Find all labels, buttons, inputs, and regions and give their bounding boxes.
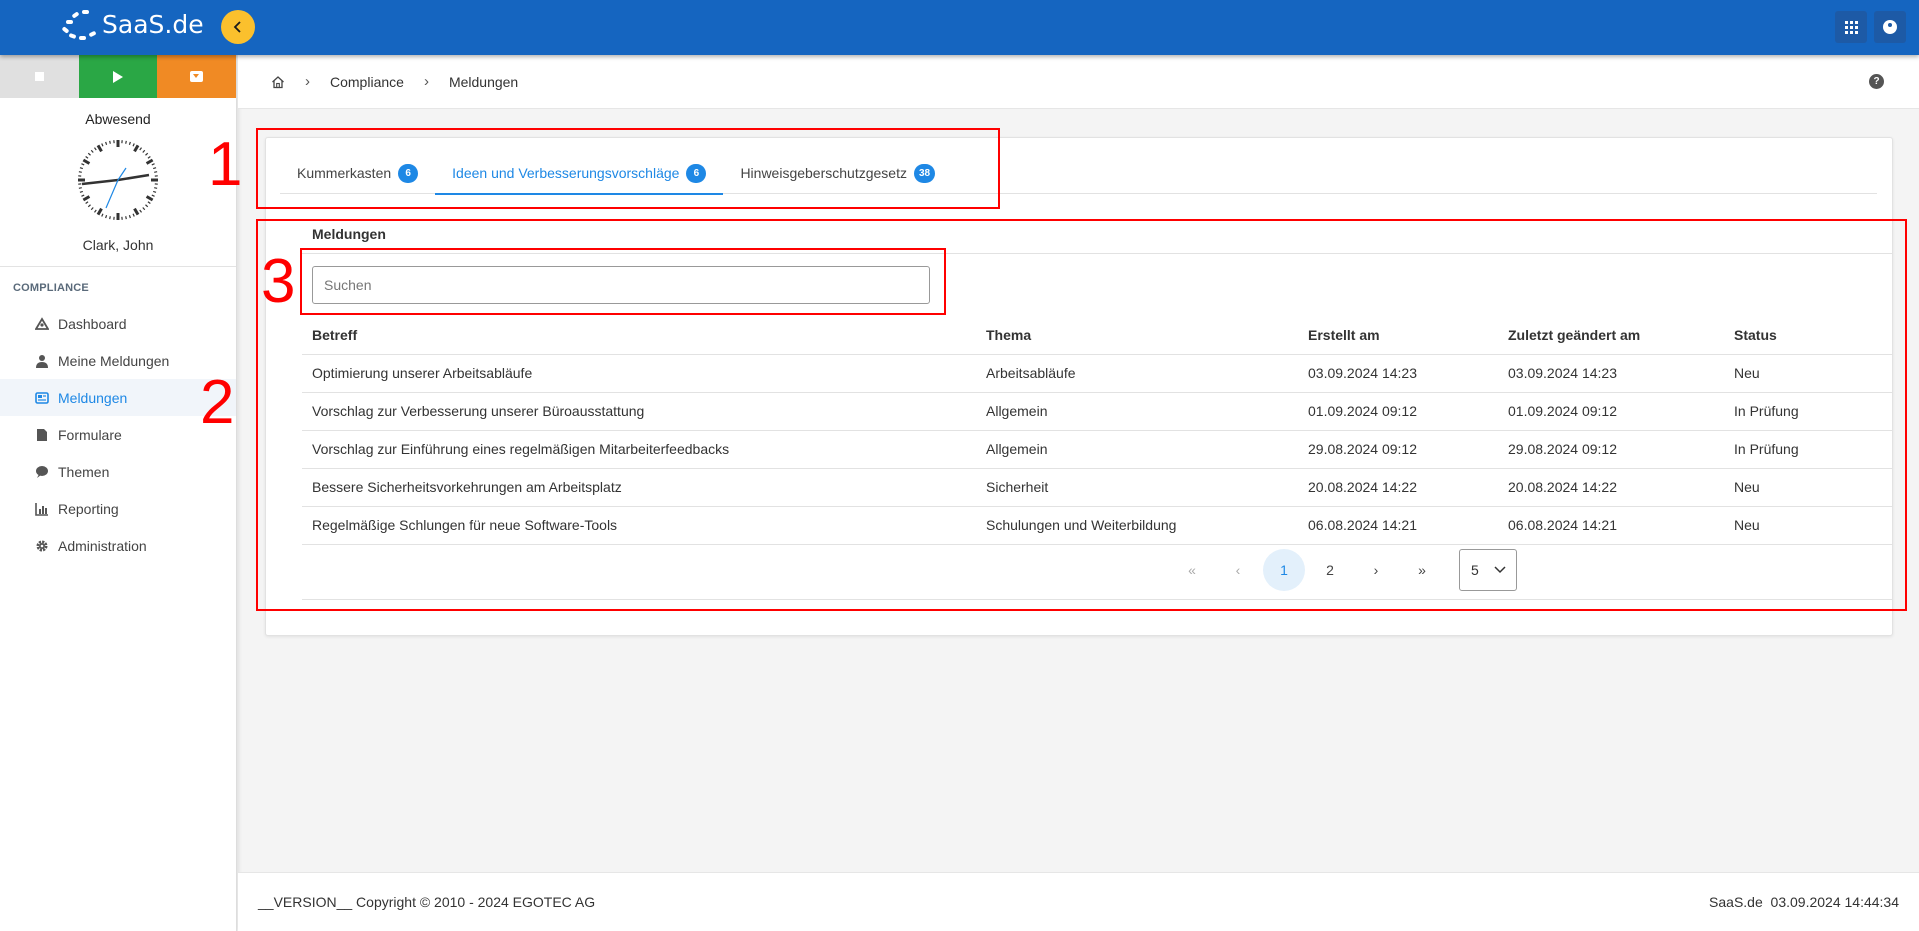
sidebar-section-title: COMPLIANCE [13,282,89,294]
sidebar-item-label: Formulare [58,426,122,443]
logo-dots-icon [60,6,100,42]
sidebar: Abwesend Clark, John COMPLIANCE Dashboar… [0,55,237,931]
chevron-left-icon [233,21,241,33]
breadcrumb: › Compliance › Meldungen ? [238,55,1919,109]
footer-timestamp: SaaS.de 03.09.2024 14:44:34 [1709,894,1899,910]
play-button[interactable] [78,55,158,98]
user-circle-icon [1883,20,1897,34]
chevron-right-icon: › [305,73,310,90]
comment-icon [35,465,49,479]
newspaper-icon [35,391,49,405]
stop-icon [34,72,44,81]
sidebar-item-reporting[interactable]: Reporting [0,490,236,527]
annotation-box-tabs [256,128,1000,209]
footer: __VERSION__ Copyright © 2010 - 2024 EGOT… [238,872,1919,931]
stop-button[interactable] [0,55,79,98]
grid-icon [1844,20,1858,34]
sidebar-item-dashboard[interactable]: Dashboard [0,305,236,342]
copyright-text: __VERSION__ Copyright © 2010 - 2024 EGOT… [258,894,596,910]
saas-logo[interactable]: SaaS.de [60,6,204,42]
apps-button[interactable] [1835,11,1867,43]
breadcrumb-meldungen: Meldungen [448,73,519,90]
person-icon [35,354,49,368]
annotation-box-search [300,248,946,315]
file-icon [35,428,49,442]
presence-status: Abwesend [85,111,151,127]
time-controls [0,55,237,98]
user-name: Clark, John [82,237,154,253]
chart-icon [35,502,49,516]
sidebar-item-label: Administration [58,537,147,554]
sidebar-item-label: Reporting [58,500,119,517]
clock-icon [77,139,159,221]
dropdown-icon [190,71,204,82]
home-icon[interactable] [271,75,285,89]
chevron-right-icon: › [423,73,429,90]
dashboard-icon [35,316,49,331]
annotation-number: 3 [261,247,296,316]
annotation-number: 2 [200,368,235,437]
sidebar-item-label: Dashboard [58,315,127,332]
sidebar-item-administration[interactable]: Administration [0,527,236,564]
breadcrumb-compliance[interactable]: Compliance [330,74,404,90]
status-dropdown-button[interactable] [157,55,237,98]
account-button[interactable] [1874,11,1906,43]
sidebar-item-themen[interactable]: Themen [0,453,236,490]
annotation-number: 1 [208,130,243,199]
help-icon[interactable]: ? [1869,74,1884,89]
sidebar-collapse-button[interactable] [221,10,255,44]
sidebar-item-label: Meine Meldungen [58,352,170,369]
top-bar: SaaS.de [0,0,1919,55]
play-icon [113,70,123,83]
logo-text: SaaS.de [102,9,204,39]
sidebar-item-label: Themen [58,463,110,480]
gear-icon [35,539,49,553]
sidebar-item-label: Meldungen [58,389,128,406]
